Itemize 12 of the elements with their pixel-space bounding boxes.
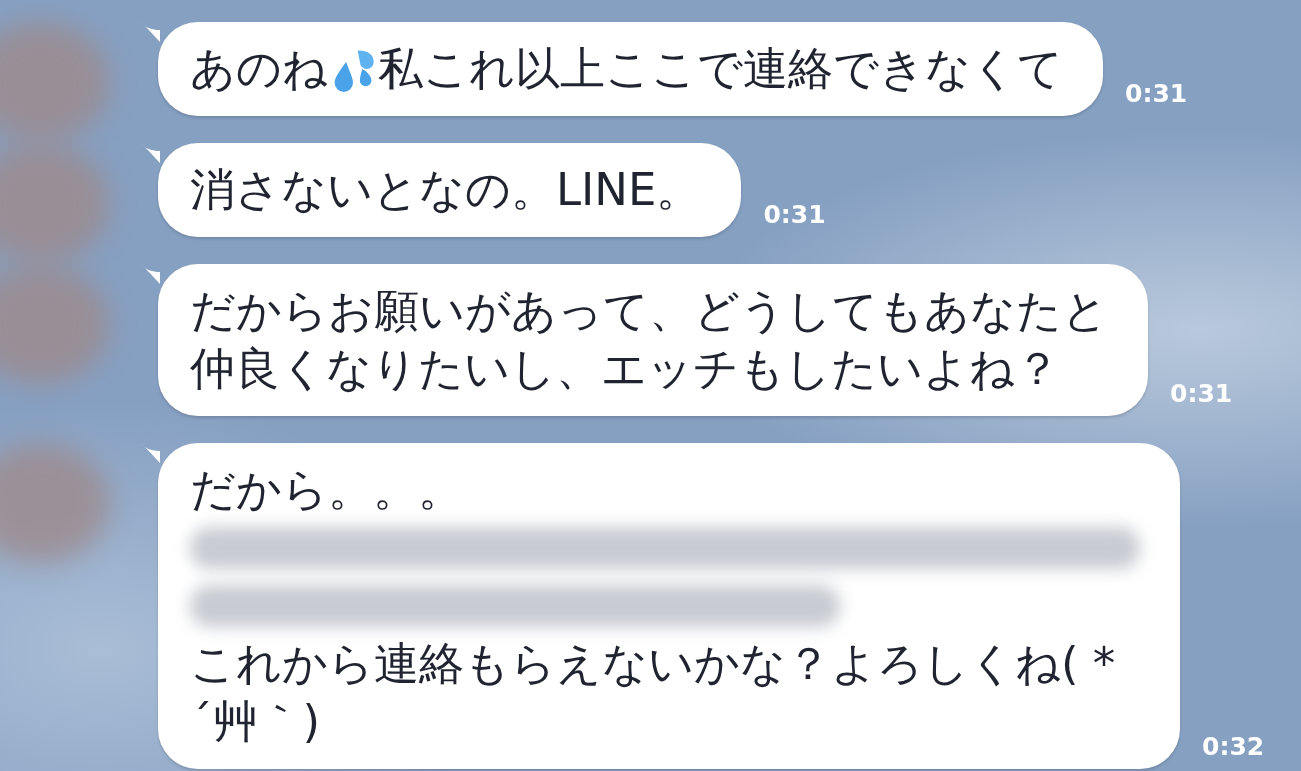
message-time: 0:31	[763, 200, 826, 229]
message-time: 0:31	[1170, 379, 1233, 408]
message-text: だから。。。	[190, 462, 463, 518]
message-text: これから連絡もらえないかな？よろしくね( *	[190, 636, 1116, 692]
message-text: あのね	[190, 41, 328, 97]
message-text: 仲良くなりたいし、エッチもしたいよね？	[190, 341, 1060, 397]
message-text: ´艸｀)	[190, 694, 321, 750]
message-text: 消さないとなの。LINE。	[190, 162, 702, 218]
message-text: だからお願いがあって、どうしてもあなたと	[190, 283, 1108, 339]
message-time: 0:31	[1125, 79, 1188, 108]
message-text: 私これ以上ここで連絡できなくて	[378, 41, 1063, 97]
message-time: 0:32	[1202, 732, 1265, 761]
